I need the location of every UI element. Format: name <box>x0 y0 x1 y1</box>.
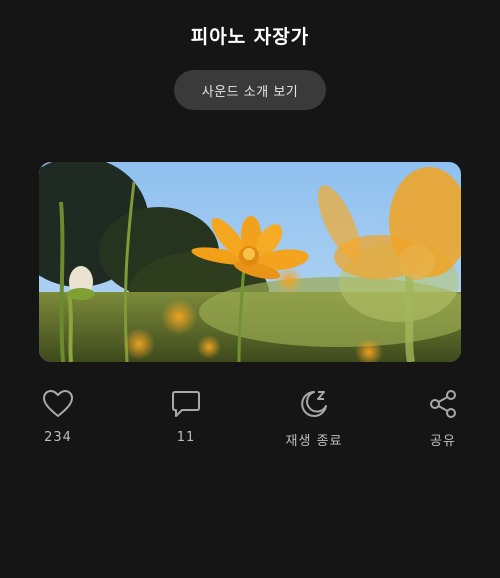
comment-action[interactable]: 11 <box>136 388 236 445</box>
heart-icon[interactable] <box>42 388 74 420</box>
page-title: 피아노 자장가 <box>190 26 310 48</box>
share-label: 공유 <box>430 434 456 449</box>
hero-image <box>39 162 461 362</box>
sleep-timer-action[interactable]: 재생 종료 <box>264 388 364 449</box>
sleep-timer-label: 재생 종료 <box>285 434 343 449</box>
share-icon[interactable] <box>427 388 459 420</box>
comment-count: 11 <box>176 430 196 445</box>
like-action[interactable]: 234 <box>8 388 108 445</box>
comment-icon[interactable] <box>170 388 202 420</box>
cosmos-flower-image <box>39 162 461 362</box>
action-bar: 234 11 재생 종료 공유 <box>0 388 500 458</box>
sound-intro-button[interactable]: 사운드 소개 보기 <box>174 70 326 110</box>
sleep-moon-icon[interactable] <box>298 388 330 420</box>
share-action[interactable]: 공유 <box>393 388 493 449</box>
like-count: 234 <box>44 430 72 445</box>
